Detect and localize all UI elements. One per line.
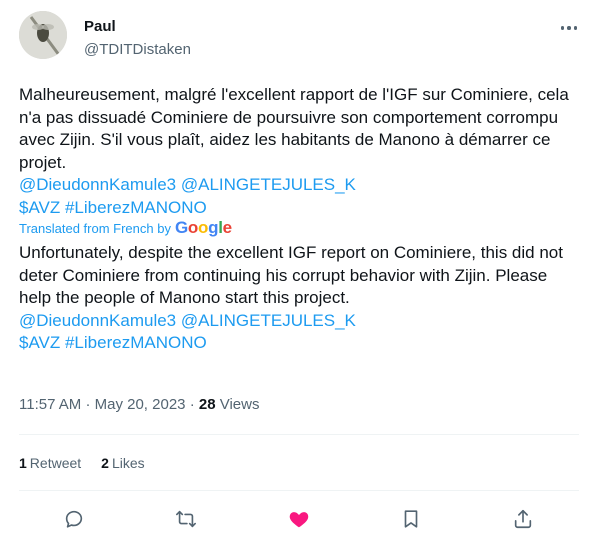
user-display-name[interactable]: Paul	[84, 18, 116, 35]
retweets-count: 1	[19, 455, 27, 471]
tweet-date[interactable]: May 20, 2023	[95, 396, 186, 413]
original-mentions[interactable]: @DieudonnKamule3 @ALINGETEJULES_K	[19, 175, 356, 194]
meta-separator: ·	[85, 396, 91, 413]
translated-mentions[interactable]: @DieudonnKamule3 @ALINGETEJULES_K	[19, 311, 356, 330]
likes-stat[interactable]: 2 Likes	[101, 455, 144, 471]
likes-label: Likes	[111, 455, 145, 471]
original-hashtags[interactable]: $AVZ #LiberezMANONO	[19, 198, 207, 217]
tweet-translated-text: Unfortunately, despite the excellent IGF…	[19, 242, 579, 355]
tweet-card: Paul @TDITDistaken Malheureusement, malg…	[0, 0, 598, 544]
original-body: Malheureusement, malgré l'excellent rapp…	[19, 85, 569, 172]
tweet-meta: 11:57 AM · May 20, 2023 · 28 Views	[19, 396, 259, 413]
tweet-time[interactable]: 11:57 AM	[19, 396, 81, 413]
translated-from-label: Translated from French by	[19, 220, 171, 236]
engagement-stats: 1 Retweet 2 Likes	[19, 455, 165, 471]
user-handle[interactable]: @TDITDistaken	[84, 41, 191, 58]
views-label: Views	[219, 396, 260, 413]
translated-body: Unfortunately, despite the excellent IGF…	[19, 243, 563, 307]
share-icon[interactable]	[510, 506, 536, 532]
meta-separator: ·	[189, 396, 195, 413]
translation-attribution[interactable]: Translated from French by Google	[19, 218, 232, 238]
google-logo: Google	[174, 218, 232, 237]
translated-hashtags[interactable]: $AVZ #LiberezMANONO	[19, 333, 207, 352]
retweets-stat[interactable]: 1 Retweet	[19, 455, 81, 471]
divider	[19, 490, 579, 491]
bookmark-icon[interactable]	[398, 506, 424, 532]
divider	[19, 434, 579, 435]
tweet-original-text: Malheureusement, malgré l'excellent rapp…	[19, 84, 579, 219]
more-dots-icon[interactable]	[558, 18, 580, 38]
heart-icon[interactable]	[286, 506, 312, 532]
avatar[interactable]	[19, 11, 67, 59]
reply-icon[interactable]	[61, 506, 87, 532]
retweets-label: Retweet	[29, 455, 82, 471]
retweet-icon[interactable]	[173, 506, 199, 532]
views-count: 28	[198, 396, 216, 413]
likes-count: 2	[101, 455, 109, 471]
